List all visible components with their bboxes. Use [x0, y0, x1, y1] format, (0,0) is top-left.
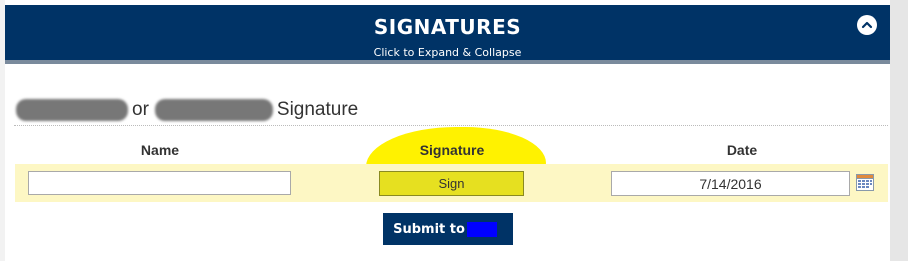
date-value: 7/14/2016 — [699, 175, 762, 192]
signatures-panel: SIGNATURES Click to Expand & Collapse or… — [0, 0, 908, 261]
collapse-button[interactable] — [857, 15, 877, 35]
right-frame — [890, 0, 908, 261]
header-underline — [5, 60, 890, 64]
signatures-header[interactable]: SIGNATURES Click to Expand & Collapse — [5, 5, 890, 60]
chevron-up-icon — [861, 21, 873, 29]
name-field[interactable] — [28, 171, 291, 195]
column-header-signature: Signature — [419, 142, 485, 158]
header-subtitle: Click to Expand & Collapse — [373, 46, 522, 59]
heading-middle-text: or — [132, 99, 149, 120]
calendar-icon[interactable] — [856, 173, 874, 191]
redacted-text — [16, 99, 128, 121]
redacted-text — [154, 99, 273, 121]
redacted-recipient — [466, 221, 497, 237]
date-field[interactable]: 7/14/2016 — [611, 171, 850, 196]
column-header-name: Name — [140, 142, 180, 158]
submit-button-label: Submit to — [393, 221, 465, 237]
header-title: SIGNATURES — [373, 15, 522, 39]
heading-suffix-text: Signature — [276, 99, 359, 120]
section-heading: or Signature — [16, 97, 358, 123]
sign-button[interactable]: Sign — [379, 171, 524, 196]
submit-button[interactable]: Submit to — [383, 213, 513, 245]
sign-button-label: Sign — [438, 176, 465, 191]
column-header-date: Date — [726, 142, 758, 158]
heading-divider — [14, 125, 888, 126]
